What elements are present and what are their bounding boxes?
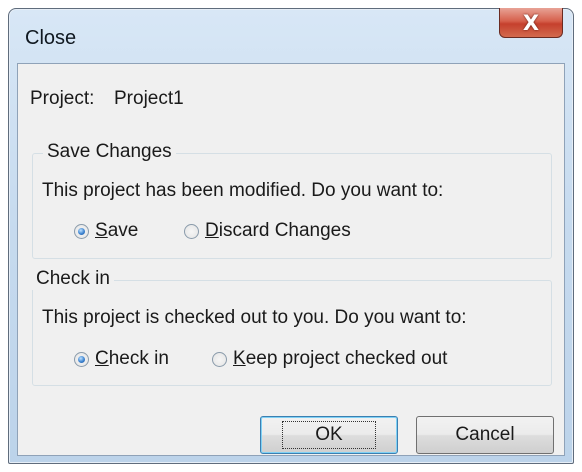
project-name: Project1	[114, 88, 184, 109]
close-dialog: Close X Project: Project1 Save Changes T…	[8, 8, 574, 464]
radio-save-label: Save	[95, 220, 139, 241]
ok-button[interactable]: OK	[260, 416, 398, 454]
radio-check-in-indicator[interactable]	[74, 351, 89, 367]
radio-keep-indicator[interactable]	[212, 351, 227, 367]
radio-discard-indicator[interactable]	[184, 223, 199, 239]
radio-keep-label: Keep project checked out	[233, 348, 448, 369]
window-close-button[interactable]: X	[499, 8, 563, 38]
radio-discard-label: Discard Changes	[205, 220, 351, 241]
radio-keep-checked-out[interactable]: Keep project checked out	[212, 348, 447, 370]
close-icon: X	[522, 10, 540, 35]
project-label: Project:	[30, 88, 95, 109]
check-in-group: Check in This project is checked out to …	[32, 268, 552, 386]
radio-discard-changes[interactable]: Discard Changes	[184, 220, 351, 242]
cancel-button[interactable]: Cancel	[416, 416, 554, 454]
cancel-button-label: Cancel	[455, 424, 515, 445]
check-in-prompt: This project is checked out to you. Do y…	[42, 307, 467, 328]
save-changes-group: Save Changes This project has been modif…	[32, 141, 552, 259]
radio-check-in-label: Check in	[95, 348, 169, 369]
dialog-body: Project: Project1 Save Changes This proj…	[17, 63, 565, 456]
check-in-legend: Check in	[32, 268, 114, 290]
save-changes-prompt: This project has been modified. Do you w…	[42, 180, 444, 201]
radio-save[interactable]: Save	[74, 220, 138, 242]
radio-save-indicator[interactable]	[74, 223, 89, 239]
radio-check-in[interactable]: Check in	[74, 348, 169, 370]
window-title: Close	[25, 27, 77, 49]
ok-button-label: OK	[282, 421, 376, 449]
save-changes-legend: Save Changes	[43, 141, 176, 163]
